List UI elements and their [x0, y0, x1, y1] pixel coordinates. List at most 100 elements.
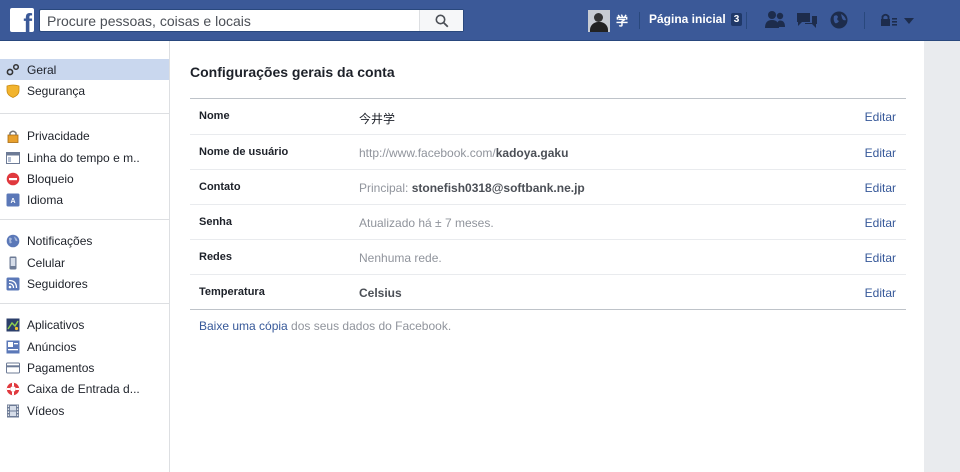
settings-row-contato[interactable]: Contato Principal: stonefish0318@softban… — [190, 169, 906, 204]
sidebar-item-notificacoes[interactable]: Notificações — [0, 231, 169, 252]
search-icon — [435, 14, 448, 27]
sidebar-item-label: Geral — [27, 62, 57, 77]
apps-icon — [6, 318, 20, 332]
sidebar-item-label: Bloqueio — [27, 171, 74, 186]
download-copy-link[interactable]: Baixe uma cópia — [199, 319, 288, 333]
download-note: Baixe uma cópia dos seus dados do Facebo… — [199, 319, 451, 333]
settings-row-temperatura[interactable]: Temperatura Celsius Editar — [190, 274, 906, 309]
sidebar-item-celular[interactable]: Celular — [0, 252, 169, 273]
notifications-globe-icon[interactable] — [827, 9, 851, 31]
row-label: Contato — [199, 181, 241, 193]
sidebar-item-label: Pagamentos — [27, 360, 95, 375]
sidebar-item-videos[interactable]: Vídeos — [0, 400, 169, 421]
nav-group: Privacidade Linha do tempo e m.. Bloquei… — [0, 114, 169, 220]
row-value: Celsius — [359, 286, 402, 300]
sidebar-item-label: Seguidores — [27, 277, 88, 292]
settings-row-redes[interactable]: Redes Nenhuma rede. Editar — [190, 239, 906, 274]
settings-row-senha[interactable]: Senha Atualizado há ± 7 meses. Editar — [190, 204, 906, 239]
messages-icon[interactable] — [795, 9, 819, 31]
row-value: 今井学 — [359, 112, 396, 126]
edit-link[interactable]: Editar — [865, 216, 896, 230]
phone-icon — [6, 256, 20, 270]
sidebar-item-label: Anúncios — [27, 339, 77, 354]
sidebar-item-linha-do-tempo[interactable]: Linha do tempo e m.. — [0, 147, 169, 168]
edit-link[interactable]: Editar — [865, 110, 896, 124]
sidebar-item-seguranca[interactable]: Segurança — [0, 80, 169, 101]
download-note-text: dos seus dados do Facebook. — [287, 319, 452, 333]
settings-sidebar: Geral Segurança Privacidade Linha do tem… — [0, 41, 170, 472]
avatar — [588, 9, 610, 32]
settings-row-nome[interactable]: Nome 今井学 Editar — [190, 99, 906, 134]
profile-link[interactable]: 学 — [588, 9, 628, 32]
rss-icon — [6, 277, 20, 291]
gear-icon — [6, 63, 20, 77]
svg-text:A: A — [10, 198, 15, 205]
row-value: http://www.facebook.com/kadoya.gaku — [359, 146, 568, 160]
settings-table: Nome 今井学 Editar Nome de usuário http://w… — [190, 98, 906, 310]
sidebar-item-label: Idioma — [27, 193, 64, 208]
ads-icon — [6, 340, 20, 354]
divider — [864, 12, 865, 29]
value-prefix: http://www.facebook.com/ — [359, 146, 496, 160]
sidebar-item-label: Linha do tempo e m.. — [27, 150, 140, 165]
sidebar-item-pagamentos[interactable]: Pagamentos — [0, 357, 169, 378]
home-link[interactable]: Página inicial 3 — [649, 12, 743, 26]
profile-name: 学 — [616, 14, 629, 28]
shield-icon — [6, 84, 20, 98]
privacy-lock-icon[interactable] — [878, 9, 902, 31]
facebook-logo[interactable]: f — [10, 8, 34, 32]
home-count-badge: 3 — [730, 12, 743, 26]
timeline-icon — [6, 151, 20, 165]
sidebar-item-privacidade[interactable]: Privacidade — [0, 126, 169, 147]
globe-icon — [6, 234, 20, 248]
nav-group: Notificações Celular Seguidores — [0, 220, 169, 304]
film-icon — [6, 404, 20, 418]
value-bold: stonefish0318@softbank.ne.jp — [411, 181, 585, 195]
home-label: Página inicial — [649, 12, 726, 26]
divider — [746, 12, 747, 29]
chevron-down-icon[interactable] — [900, 9, 918, 31]
sidebar-item-label: Caixa de Entrada d... — [27, 382, 140, 397]
edit-link[interactable]: Editar — [865, 146, 896, 160]
search-input[interactable] — [40, 10, 435, 31]
value-bold: kadoya.gaku — [495, 146, 569, 160]
top-navigation-bar: f 学 Página inicial 3 — [0, 0, 960, 41]
sidebar-item-label: Vídeos — [27, 403, 65, 418]
sidebar-item-geral[interactable]: Geral — [0, 59, 169, 81]
row-value: Atualizado há ± 7 meses. — [359, 216, 494, 230]
search-box — [39, 9, 464, 32]
settings-row-nome-de-usuario[interactable]: Nome de usuário http://www.facebook.com/… — [190, 134, 906, 169]
sidebar-item-anuncios[interactable]: Anúncios — [0, 336, 169, 357]
sidebar-item-label: Segurança — [27, 83, 86, 98]
nav-group: Aplicativos Anúncios Pagamentos Caixa de… — [0, 304, 169, 432]
edit-link[interactable]: Editar — [865, 286, 896, 300]
sidebar-item-aplicativos[interactable]: Aplicativos — [0, 315, 169, 336]
language-icon: A — [6, 193, 20, 207]
row-label: Senha — [199, 216, 233, 228]
row-value: Principal: stonefish0318@softbank.ne.jp — [359, 181, 585, 195]
row-label: Redes — [199, 251, 233, 263]
sidebar-item-label: Celular — [27, 255, 66, 270]
row-label: Nome de usuário — [199, 146, 289, 158]
block-icon — [6, 172, 20, 186]
card-icon — [6, 361, 20, 375]
value-prefix: Principal: — [359, 181, 412, 195]
row-value: Nenhuma rede. — [359, 251, 442, 265]
page-title: Configurações gerais da conta — [190, 64, 395, 80]
sidebar-item-label: Notificações — [27, 234, 93, 249]
edit-link[interactable]: Editar — [865, 251, 896, 265]
main-area: Geral Segurança Privacidade Linha do tem… — [0, 41, 924, 472]
divider — [639, 12, 640, 29]
sidebar-item-seguidores[interactable]: Seguidores — [0, 273, 169, 294]
search-button[interactable] — [419, 10, 463, 31]
sidebar-item-caixa-de-entrada[interactable]: Caixa de Entrada d... — [0, 379, 169, 400]
sidebar-item-label: Aplicativos — [27, 318, 85, 333]
row-label: Temperatura — [199, 286, 265, 298]
row-label: Nome — [199, 110, 230, 122]
lifebuoy-icon — [6, 382, 20, 396]
nav-group: Geral Segurança — [0, 41, 169, 114]
sidebar-item-idioma[interactable]: A Idioma — [0, 189, 169, 210]
sidebar-item-bloqueio[interactable]: Bloqueio — [0, 168, 169, 189]
friends-icon[interactable] — [763, 9, 787, 31]
edit-link[interactable]: Editar — [865, 181, 896, 195]
